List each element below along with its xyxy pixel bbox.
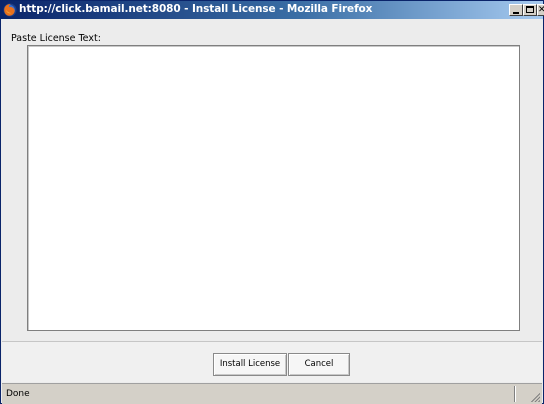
close-icon: ✕ — [538, 5, 544, 15]
status-text: Done — [6, 389, 30, 399]
maximize-button[interactable] — [523, 4, 537, 16]
browser-window: http://click.bamail.net:8080 - Install L… — [0, 0, 544, 404]
resize-grip-icon[interactable] — [530, 392, 540, 402]
minimize-button[interactable] — [509, 4, 523, 16]
license-text-label: Paste License Text: — [11, 33, 101, 44]
close-button[interactable]: ✕ — [537, 4, 544, 16]
cancel-button[interactable]: Cancel — [288, 353, 350, 376]
status-bar: Done — [2, 383, 542, 404]
button-bar: Install License Cancel — [2, 342, 542, 382]
firefox-icon — [3, 3, 17, 17]
license-textarea[interactable] — [27, 45, 520, 331]
window-title: http://click.bamail.net:8080 - Install L… — [19, 3, 373, 15]
status-separator — [514, 386, 515, 402]
maximize-icon — [526, 6, 534, 13]
install-license-button[interactable]: Install License — [213, 353, 287, 376]
minimize-icon — [513, 12, 519, 14]
dialog-content: Paste License Text: — [2, 19, 542, 341]
title-bar[interactable]: http://click.bamail.net:8080 - Install L… — [1, 1, 544, 19]
